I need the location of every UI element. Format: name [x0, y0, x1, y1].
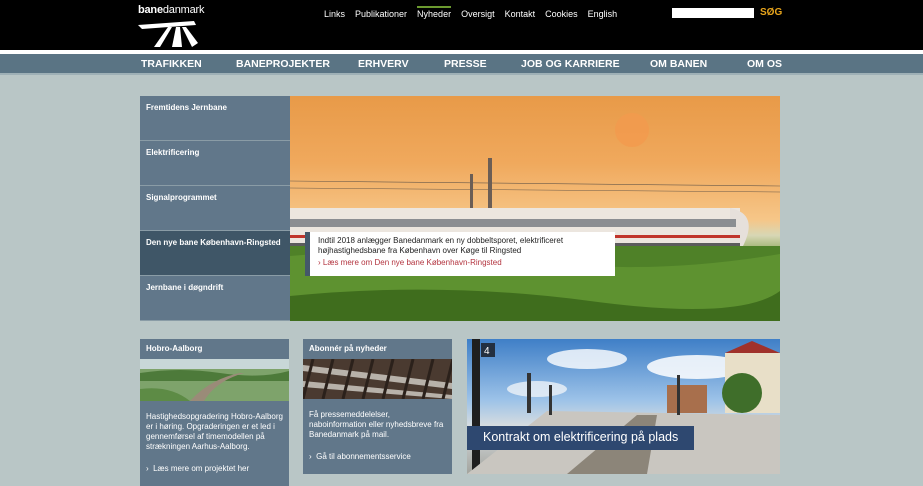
top-bar: banedanmark Links Publikationer Nyheder …	[0, 0, 923, 50]
hobro-aalborg-image[interactable]	[140, 359, 289, 401]
hero-menu-item-koebenhavn-ringsted[interactable]: Den nye bane København-Ringsted	[140, 231, 290, 276]
nav-job-og-karriere[interactable]: JOB OG KARRIERE	[521, 58, 620, 70]
logo-rails-icon	[138, 21, 198, 47]
main-nav: TRAFIKKEN BANEPROJEKTER ERHVERV PRESSE J…	[0, 54, 923, 75]
top-link-nyheder[interactable]: Nyheder	[417, 6, 452, 19]
subscribe-box: Abonnér på nyheder Få pressemeddelelser,…	[301, 339, 455, 474]
hero-menu-item-signalprogrammet[interactable]: Signalprogrammet	[140, 186, 290, 231]
nav-erhverv[interactable]: ERHVERV	[358, 58, 409, 70]
hero-menu-item-elektrificering[interactable]: Elektrificering	[140, 141, 290, 186]
search-button[interactable]: SØG	[760, 7, 782, 18]
top-link-cookies[interactable]: Cookies	[545, 9, 578, 19]
hero-menu-item-fremtidens-jernbane[interactable]: Fremtidens Jernbane	[140, 96, 290, 141]
hobro-aalborg-link[interactable]: › Læs mere om projektet her	[140, 464, 289, 473]
nav-om-banen[interactable]: OM BANEN	[650, 58, 707, 70]
hero-caption-link[interactable]: › Læs mere om Den nye bane København-Rin…	[318, 258, 607, 267]
nav-om-os[interactable]: OM OS	[747, 58, 782, 70]
hero-image-train[interactable]	[290, 96, 780, 321]
platform-sign-number: 4	[484, 346, 490, 357]
train-illustration	[290, 113, 780, 321]
hobro-aalborg-text: Hastighedsopgradering Hobro-Aalborg er i…	[146, 412, 283, 451]
nav-presse[interactable]: PRESSE	[444, 58, 487, 70]
electrification-contract-banner[interactable]: Kontrakt om elektrificering på plads	[467, 426, 694, 450]
hobro-aalborg-box: Hobro-Aalborg Hastighedsopgradering Hobr…	[140, 339, 289, 486]
subscribe-link[interactable]: › Gå til abonnementsservice	[303, 452, 452, 461]
hero-caption: Indtil 2018 anlægger Banedanmark en ny d…	[305, 232, 615, 276]
top-link-oversigt[interactable]: Oversigt	[461, 9, 495, 19]
top-link-links[interactable]: Links	[324, 9, 345, 19]
hero-menu-item-jernbane-i-doegndrift[interactable]: Jernbane i døgndrift	[140, 276, 290, 321]
station-illustration: 4	[467, 339, 780, 474]
nav-baneprojekter[interactable]: BANEPROJEKTER	[236, 58, 330, 70]
top-links: Links Publikationer Nyheder Oversigt Kon…	[324, 6, 627, 19]
subscribe-text: Få pressemeddelelser, naboinformation el…	[309, 410, 444, 439]
banedanmark-logo[interactable]: banedanmark	[138, 4, 208, 47]
top-link-english[interactable]: English	[588, 9, 618, 19]
top-link-publikationer[interactable]: Publikationer	[355, 9, 407, 19]
nav-trafikken[interactable]: TRAFIKKEN	[141, 58, 202, 70]
electrification-contract-image[interactable]: 4 Kontrakt om elektrificering på plads	[467, 339, 780, 474]
hobro-aalborg-title[interactable]: Hobro-Aalborg	[140, 339, 289, 359]
hero-caption-text: Indtil 2018 anlægger Banedanmark en ny d…	[318, 236, 564, 255]
hero-side-menu: Fremtidens Jernbane Elektrificering Sign…	[140, 96, 290, 321]
logo-text: banedanmark	[138, 4, 205, 16]
rail-tracks-image[interactable]	[301, 358, 455, 400]
subscribe-title[interactable]: Abonnér på nyheder	[303, 339, 452, 359]
search-input[interactable]	[672, 8, 754, 18]
top-link-kontakt[interactable]: Kontakt	[505, 9, 536, 19]
